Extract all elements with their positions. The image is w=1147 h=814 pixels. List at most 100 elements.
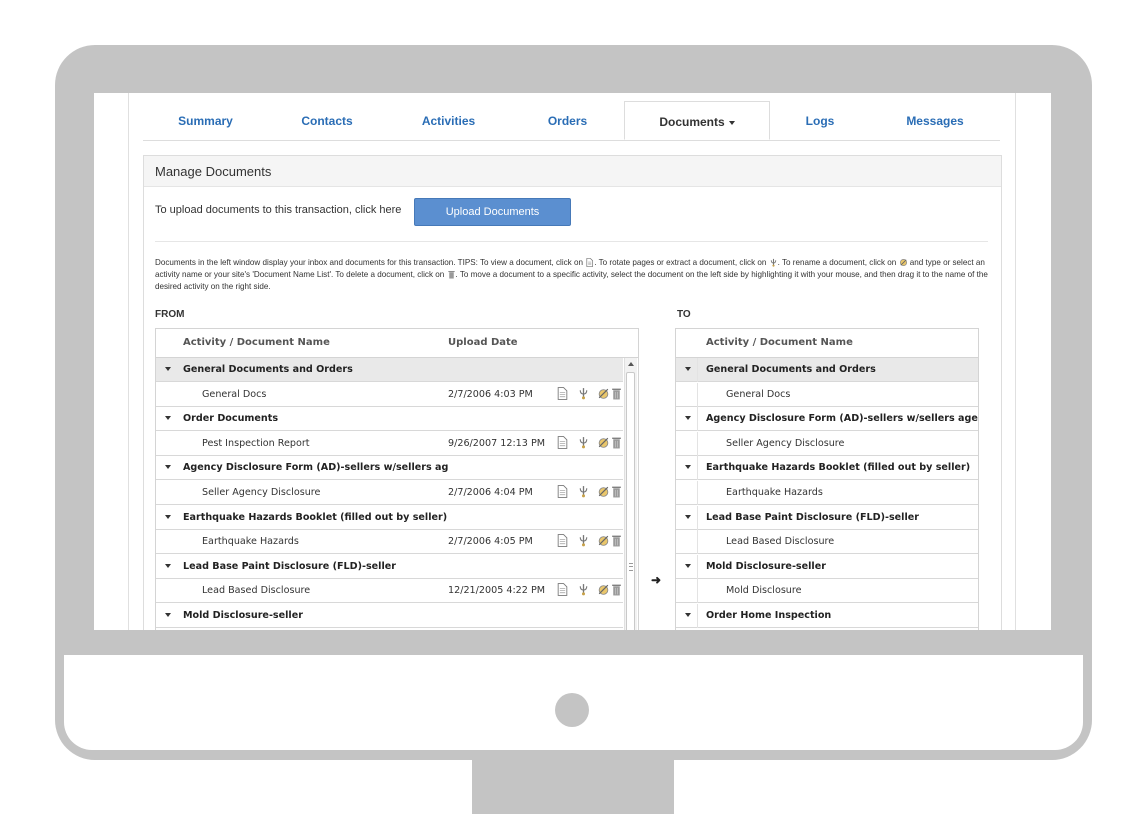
nav-tabs: Summary Contacts Activities Orders Docum… (143, 101, 1000, 141)
rename-icon[interactable] (597, 387, 610, 400)
document-row[interactable]: Lead Based Disclosure 12/21/2005 4:22 PM (156, 579, 623, 604)
monitor-stand (472, 760, 674, 814)
activity-name: Lead Base Paint Disclosure (FLD)-seller (706, 511, 919, 523)
collapse-triangle-icon[interactable] (685, 416, 691, 421)
activity-name: Order Documents (183, 413, 279, 425)
rename-icon[interactable] (597, 436, 610, 449)
rotate-extract-icon (770, 259, 776, 268)
activity-name: Mold Disclosure-seller (183, 610, 303, 621)
grip-icon (629, 563, 633, 571)
activity-group-row[interactable]: Lead Base Paint Disclosure (FLD)-seller (156, 554, 623, 579)
column-header-name: Activity / Document Name (706, 337, 853, 348)
activity-name: Lead Base Paint Disclosure (FLD)-seller (183, 560, 396, 572)
rotate-extract-icon[interactable] (578, 436, 589, 449)
rotate-extract-icon[interactable] (578, 534, 589, 547)
row-indent-separator (697, 530, 698, 555)
trash-icon[interactable] (611, 387, 622, 400)
right-arrow-icon: ➜ (651, 573, 662, 587)
tab-orders[interactable]: Orders (511, 101, 624, 140)
target-activity-row[interactable]: Order Home Inspection (676, 604, 978, 628)
collapse-triangle-icon[interactable] (165, 416, 171, 421)
tab-documents[interactable]: Documents (624, 101, 770, 140)
collapse-triangle-icon[interactable] (165, 367, 171, 371)
document-name: General Docs (202, 388, 267, 400)
document-icon[interactable] (557, 534, 568, 548)
to-label: TO (677, 309, 691, 320)
target-activity-row[interactable]: Mold Disclosure-seller (676, 554, 978, 579)
document-name: General Docs (726, 388, 791, 400)
collapse-triangle-icon[interactable] (685, 465, 691, 470)
document-icon[interactable] (557, 386, 568, 400)
collapse-triangle-icon[interactable] (165, 613, 171, 617)
row-indent-separator (697, 431, 698, 456)
tab-messages[interactable]: Messages (870, 101, 1000, 140)
column-header-date: Upload Date (448, 337, 518, 348)
scroll-up-arrow-icon[interactable] (628, 362, 634, 366)
trash-icon[interactable] (611, 485, 622, 498)
collapse-triangle-icon[interactable] (685, 613, 691, 617)
upload-date: 2/7/2006 4:05 PM (448, 536, 533, 548)
target-document-row[interactable]: Lead Based Disclosure (676, 530, 978, 555)
row-indent-separator (697, 358, 698, 382)
chevron-down-icon (728, 120, 735, 125)
document-name: Earthquake Hazards (202, 536, 299, 548)
target-activity-row[interactable]: Lead Base Paint Disclosure (FLD)-seller (676, 505, 978, 530)
collapse-triangle-icon[interactable] (685, 514, 691, 519)
activity-group-row[interactable]: General Documents and Orders (156, 358, 623, 382)
collapse-triangle-icon[interactable] (685, 563, 691, 568)
scroll-thumb[interactable] (626, 372, 635, 630)
collapse-triangle-icon[interactable] (165, 514, 171, 519)
rename-icon[interactable] (597, 583, 610, 596)
row-indent-separator (697, 407, 698, 432)
rename-icon[interactable] (597, 485, 610, 498)
upload-documents-button[interactable]: Upload Documents (414, 198, 571, 226)
panel-header: Manage Documents (144, 156, 1001, 187)
column-header-name: Activity / Document Name (183, 337, 330, 348)
document-icon[interactable] (557, 485, 568, 498)
target-document-row[interactable]: Mold Disclosure (676, 579, 978, 604)
trash-icon[interactable] (611, 534, 622, 547)
from-label: FROM (155, 309, 185, 320)
document-icon[interactable] (557, 583, 568, 597)
rotate-extract-icon[interactable] (578, 387, 589, 400)
rotate-extract-icon[interactable] (578, 583, 589, 596)
target-activity-row[interactable]: Earthquake Hazards Booklet (filled out b… (676, 456, 978, 481)
trash-icon[interactable] (611, 436, 622, 449)
collapse-triangle-icon[interactable] (165, 465, 171, 470)
tab-activities[interactable]: Activities (386, 101, 511, 140)
document-row[interactable]: General Docs 2/7/2006 4:03 PM (156, 383, 623, 407)
document-name: Mold Disclosure (726, 585, 802, 597)
from-table-header: Activity / Document Name Upload Date (156, 329, 638, 358)
activity-group-row[interactable]: Mold Disclosure-seller (156, 604, 623, 628)
from-table-scrollbar[interactable] (624, 358, 637, 630)
rename-icon[interactable] (597, 534, 610, 547)
tab-logs[interactable]: Logs (770, 101, 870, 140)
screen-border-left (128, 93, 129, 630)
activity-group-row[interactable]: Agency Disclosure Form (AD)-sellers w/se… (156, 456, 623, 481)
tab-contacts[interactable]: Contacts (268, 101, 386, 140)
tips-part-2: . To rotate pages or extract a document,… (594, 258, 769, 267)
document-row[interactable]: Pest Inspection Report 9/26/2007 12:13 PM (156, 432, 623, 456)
collapse-triangle-icon[interactable] (165, 563, 171, 568)
trash-icon[interactable] (611, 583, 622, 596)
rename-icon (899, 259, 907, 267)
activity-group-row[interactable]: Earthquake Hazards Booklet (filled out b… (156, 505, 623, 530)
document-name: Seller Agency Disclosure (726, 437, 845, 449)
document-row[interactable]: Earthquake Hazards 2/7/2006 4:05 PM (156, 530, 623, 555)
target-activity-row[interactable]: Agency Disclosure Form (AD)-sellers w/se… (676, 407, 978, 432)
document-name: Lead Based Disclosure (726, 536, 835, 548)
collapse-triangle-icon[interactable] (685, 367, 691, 371)
upload-date: 9/26/2007 12:13 PM (448, 437, 546, 449)
target-document-row[interactable]: Seller Agency Disclosure (676, 431, 978, 456)
document-row[interactable]: Seller Agency Disclosure 2/7/2006 4:04 PM (156, 481, 623, 505)
activity-group-row[interactable]: Order Documents (156, 407, 623, 432)
rotate-extract-icon[interactable] (578, 485, 589, 498)
power-button-icon (555, 693, 589, 727)
document-icon[interactable] (557, 435, 568, 449)
target-activity-row[interactable]: General Documents and Orders (676, 358, 978, 382)
tab-summary[interactable]: Summary (143, 101, 268, 140)
tab-documents-label: Documents (659, 115, 725, 129)
target-document-row[interactable]: Earthquake Hazards (676, 481, 978, 505)
target-document-row[interactable]: General Docs (676, 382, 978, 407)
tips-part-1: Documents in the left window display you… (155, 258, 586, 267)
